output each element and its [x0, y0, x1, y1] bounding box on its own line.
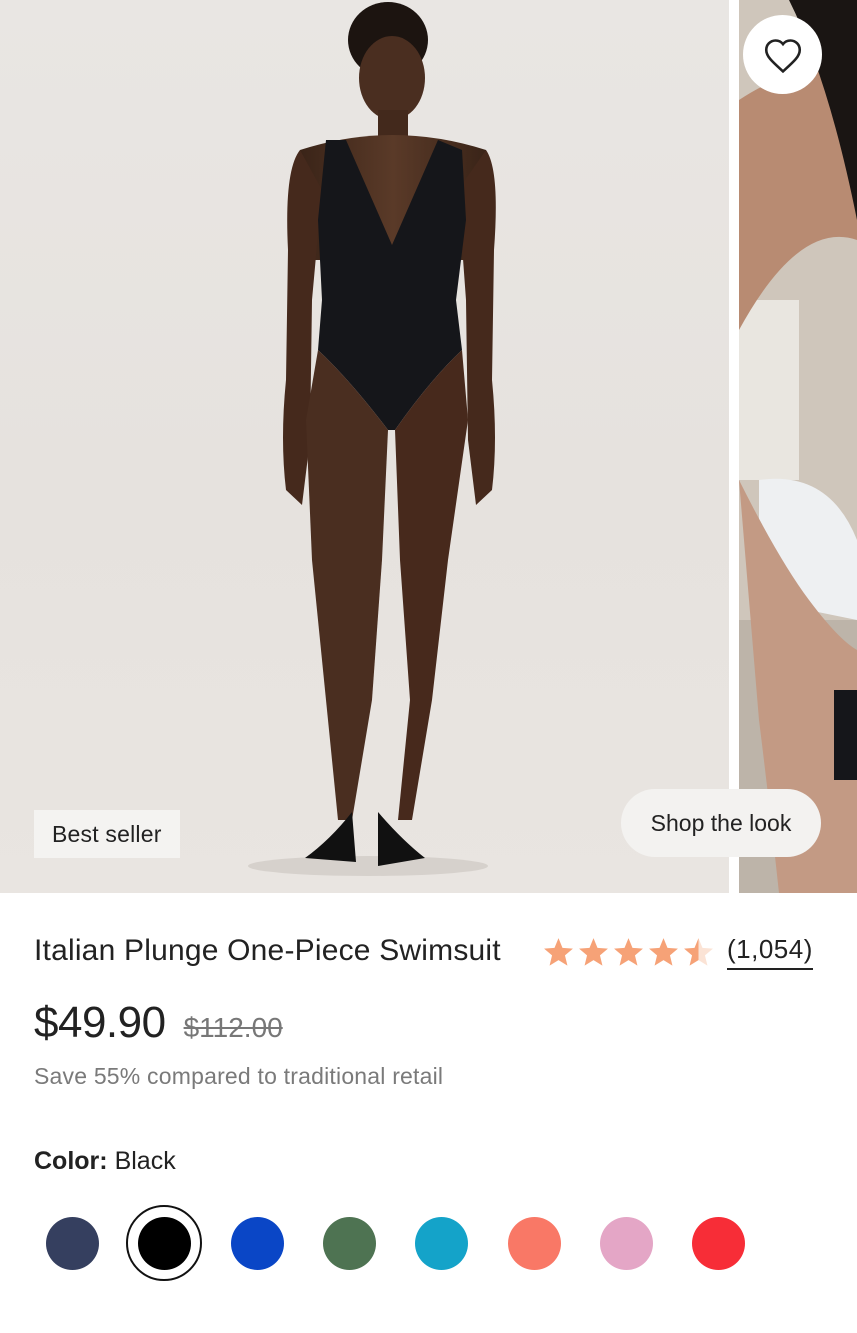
lifestyle-photo [739, 0, 857, 893]
product-image-next[interactable] [739, 0, 857, 893]
color-swatch-turquoise[interactable] [415, 1217, 468, 1270]
star-full-icon [579, 937, 608, 966]
color-swatch-royal-blue[interactable] [231, 1217, 284, 1270]
current-price: $49.90 [34, 998, 166, 1047]
star-full-icon [544, 937, 573, 966]
product-detail-page: Best seller Shop the look Italian Plunge… [0, 0, 857, 1333]
product-image-gallery[interactable]: Best seller Shop the look [0, 0, 857, 893]
model-photo [248, 2, 496, 876]
swatch-fill [137, 1216, 191, 1270]
rating[interactable]: (1,054) [542, 930, 813, 974]
selected-color-name: Black [114, 1147, 176, 1175]
color-label: Color: [34, 1147, 108, 1175]
color-swatch-navy[interactable] [46, 1217, 99, 1270]
product-image-main[interactable]: Best seller [0, 0, 729, 893]
color-swatch-coral[interactable] [508, 1217, 561, 1270]
color-swatch-green[interactable] [323, 1217, 376, 1270]
color-swatch-black[interactable] [126, 1205, 202, 1281]
savings-note: Save 55% compared to traditional retail [34, 1063, 444, 1089]
best-seller-badge: Best seller [34, 810, 180, 858]
title-row: Italian Plunge One-Piece Swimsuit (1,054… [34, 930, 824, 974]
star-full-icon [614, 937, 643, 966]
wishlist-button[interactable] [743, 15, 822, 94]
star-rating [542, 936, 715, 969]
color-swatch-red[interactable] [692, 1217, 745, 1270]
color-swatches [0, 1205, 857, 1285]
original-price: $112.00 [183, 1012, 283, 1043]
color-swatch-pink[interactable] [600, 1217, 653, 1270]
color-row: Color: Black [34, 1147, 176, 1176]
star-half-icon [684, 937, 713, 966]
shop-the-look-button[interactable]: Shop the look [621, 789, 821, 857]
review-count-link[interactable]: (1,054) [727, 934, 813, 970]
product-title: Italian Plunge One-Piece Swimsuit [34, 934, 501, 967]
price-row: $49.90 $112.00 [34, 998, 283, 1054]
star-full-icon [649, 937, 678, 966]
heart-outline-icon [764, 38, 801, 73]
